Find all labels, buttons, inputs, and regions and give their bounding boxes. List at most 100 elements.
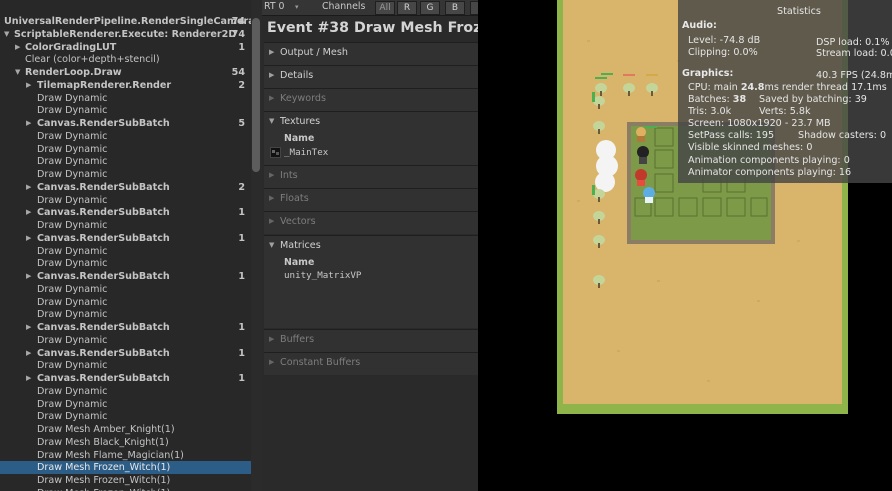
section-constant-buffers[interactable]: ▶ Constant Buffers (264, 352, 478, 375)
expand-arrow-icon[interactable]: ▶ (269, 358, 274, 366)
tree-row-count: 2 (238, 181, 245, 193)
channel-g-button[interactable]: G (420, 1, 440, 15)
tree-row[interactable]: Draw Mesh Flame_Magician(1) (0, 449, 251, 462)
tree-row-selected[interactable]: Draw Mesh Frozen_Witch(1) (0, 461, 251, 475)
channel-all-button[interactable]: All (375, 1, 395, 15)
stats-cpu-main: 24.8 (740, 82, 765, 93)
tree-row-label: UniversalRenderPipeline.RenderSingleCame… (4, 16, 262, 27)
expand-arrow-icon[interactable]: ▶ (26, 79, 31, 92)
tree-row[interactable]: UniversalRenderPipeline.RenderSingleCame… (0, 15, 262, 28)
expand-arrow-icon[interactable]: ▶ (269, 48, 274, 56)
expand-arrow-icon[interactable]: ▶ (269, 71, 274, 79)
tree-row[interactable]: Draw Dynamic (0, 219, 251, 232)
tree-row-label: Draw Dynamic (37, 143, 108, 155)
expand-arrow-icon[interactable]: ▶ (26, 117, 31, 130)
expand-arrow-icon[interactable]: ▶ (15, 41, 20, 54)
tree-row[interactable]: ▶ ColorGradingLUT 1 (0, 41, 251, 54)
section-keywords[interactable]: ▶ Keywords (264, 88, 478, 111)
rt-dropdown-chevron-icon[interactable]: ▾ (295, 0, 299, 14)
stats-fps: 40.3 FPS (24.8ms) (816, 70, 892, 81)
tree-row[interactable]: Draw Dynamic (0, 168, 251, 181)
collapse-arrow-icon[interactable]: ▼ (4, 28, 9, 41)
tree-row[interactable]: Draw Dynamic (0, 398, 251, 411)
tree-row[interactable]: Draw Dynamic (0, 296, 251, 309)
tree-row[interactable]: Draw Dynamic (0, 143, 251, 156)
section-ints[interactable]: ▶ Ints (264, 165, 478, 188)
tree-row[interactable]: ▶ Canvas.RenderSubBatch 1 (0, 232, 251, 245)
tree-row[interactable]: ▼ RenderLoop.Draw 54 (0, 66, 251, 79)
tree-row[interactable]: Draw Dynamic (0, 283, 251, 296)
frame-event-tree[interactable]: Draw Mesh Frozen_Witch(1) Draw Mesh Froze… (0, 0, 262, 491)
channel-r-button[interactable]: R (397, 1, 417, 15)
expand-arrow-icon[interactable]: ▶ (26, 206, 31, 219)
expand-arrow-icon[interactable]: ▶ (26, 347, 31, 360)
tree-row-label: Draw Mesh Flame_Magician(1) (37, 449, 184, 461)
tree-row[interactable]: Draw Dynamic (0, 130, 251, 143)
section-output-mesh[interactable]: ▶ Output / Mesh (264, 42, 478, 65)
tree-row[interactable]: Draw Dynamic (0, 194, 251, 207)
tree-row[interactable]: Clear (color+depth+stencil) (0, 53, 251, 66)
tree-row[interactable]: ▶ Canvas.RenderSubBatch 2 (0, 181, 251, 194)
channel-b-button[interactable]: B (445, 1, 465, 15)
tree-row-label: Draw Mesh Black_Knight(1) (37, 436, 169, 448)
tree-row[interactable]: ▶ Canvas.RenderSubBatch 1 (0, 321, 251, 334)
tree-row[interactable]: Draw Dynamic (0, 245, 251, 258)
texture-thumbnail-icon[interactable] (270, 147, 281, 158)
expand-arrow-icon[interactable]: ▶ (269, 194, 274, 202)
tree-scrollbar-thumb[interactable] (252, 18, 260, 172)
tree-row[interactable]: ▶ Canvas.RenderSubBatch 1 (0, 347, 251, 360)
tree-row[interactable]: Draw Dynamic (0, 410, 251, 423)
tree-row-label: RenderLoop.Draw (25, 67, 122, 78)
tree-row[interactable]: Draw Dynamic (0, 257, 251, 270)
tree-row-label: Draw Dynamic (37, 156, 108, 168)
expand-arrow-icon[interactable]: ▶ (26, 181, 31, 194)
tree-row[interactable]: Draw Dynamic (0, 334, 251, 347)
tree-row[interactable]: Draw Mesh Black_Knight(1) (0, 436, 251, 449)
matrix-name-value: unity_MatrixVP (284, 270, 362, 281)
tree-row[interactable]: ▶ Canvas.RenderSubBatch 1 (0, 372, 251, 385)
section-matrices[interactable]: ▼ Matrices Name unity_MatrixVP (264, 235, 478, 328)
expand-arrow-icon[interactable]: ▶ (26, 270, 31, 283)
tree-row-label: Draw Dynamic (37, 92, 108, 104)
collapse-arrow-icon[interactable]: ▼ (269, 241, 274, 249)
rt-dropdown[interactable]: RT 0 (264, 0, 285, 14)
expand-arrow-icon[interactable]: ▶ (269, 171, 274, 179)
tree-row-label: Canvas.RenderSubBatch (37, 322, 170, 333)
tree-row[interactable]: Draw Mesh Frozen_Witch(1) (0, 487, 251, 491)
tree-row[interactable]: ▶ Canvas.RenderSubBatch 5 (0, 117, 251, 130)
tree-row-label: Canvas.RenderSubBatch (37, 207, 170, 219)
expand-arrow-icon[interactable]: ▶ (26, 321, 31, 334)
tree-row[interactable]: Draw Dynamic (0, 385, 251, 398)
collapse-arrow-icon[interactable]: ▼ (269, 117, 274, 125)
expand-arrow-icon[interactable]: ▶ (26, 232, 31, 245)
tree-row-count: 1 (238, 347, 245, 359)
channel-a-button[interactable] (470, 1, 478, 15)
tree-row-label: Draw Dynamic (37, 296, 108, 308)
tree-row[interactable]: Draw Dynamic (0, 359, 251, 372)
expand-arrow-icon[interactable]: ▶ (269, 94, 274, 102)
tree-row[interactable]: Draw Mesh Frozen_Witch(1) (0, 474, 251, 487)
section-buffers[interactable]: ▶ Buffers (264, 329, 478, 352)
tree-row[interactable]: ▶ Canvas.RenderSubBatch 1 (0, 270, 251, 283)
tree-row[interactable]: Draw Dynamic (0, 92, 251, 105)
tree-row[interactable]: ▼ ScriptableRenderer.Execute: Renderer2D 7… (0, 28, 251, 41)
stats-audio-header: Audio: (682, 20, 717, 31)
section-floats[interactable]: ▶ Floats (264, 188, 478, 211)
tree-row[interactable]: Draw Dynamic (0, 308, 251, 321)
section-details[interactable]: ▶ Details (264, 65, 478, 88)
expand-arrow-icon[interactable]: ▶ (26, 372, 31, 385)
tree-row-count: 2 (238, 79, 245, 91)
section-textures[interactable]: ▼ Textures Name _MainTex (264, 111, 478, 165)
tree-row-label: Canvas.RenderSubBatch (37, 271, 170, 282)
expand-arrow-icon[interactable]: ▶ (269, 217, 274, 225)
stats-cpu-suffix: ms render thread 17.1ms (764, 82, 887, 93)
tree-row-label: Draw Mesh Frozen_Witch(1) (37, 487, 170, 491)
tree-row[interactable]: ▶ Canvas.RenderSubBatch 1 (0, 206, 251, 219)
collapse-arrow-icon[interactable]: ▼ (15, 66, 20, 79)
tree-row[interactable]: Draw Mesh Amber_Knight(1) (0, 423, 251, 436)
tree-row[interactable]: Draw Dynamic (0, 155, 251, 168)
tree-row[interactable]: ▶ TilemapRenderer.Render 2 (0, 79, 251, 92)
section-vectors[interactable]: ▶ Vectors (264, 211, 478, 234)
tree-row[interactable]: Draw Dynamic (0, 104, 251, 117)
expand-arrow-icon[interactable]: ▶ (269, 335, 274, 343)
